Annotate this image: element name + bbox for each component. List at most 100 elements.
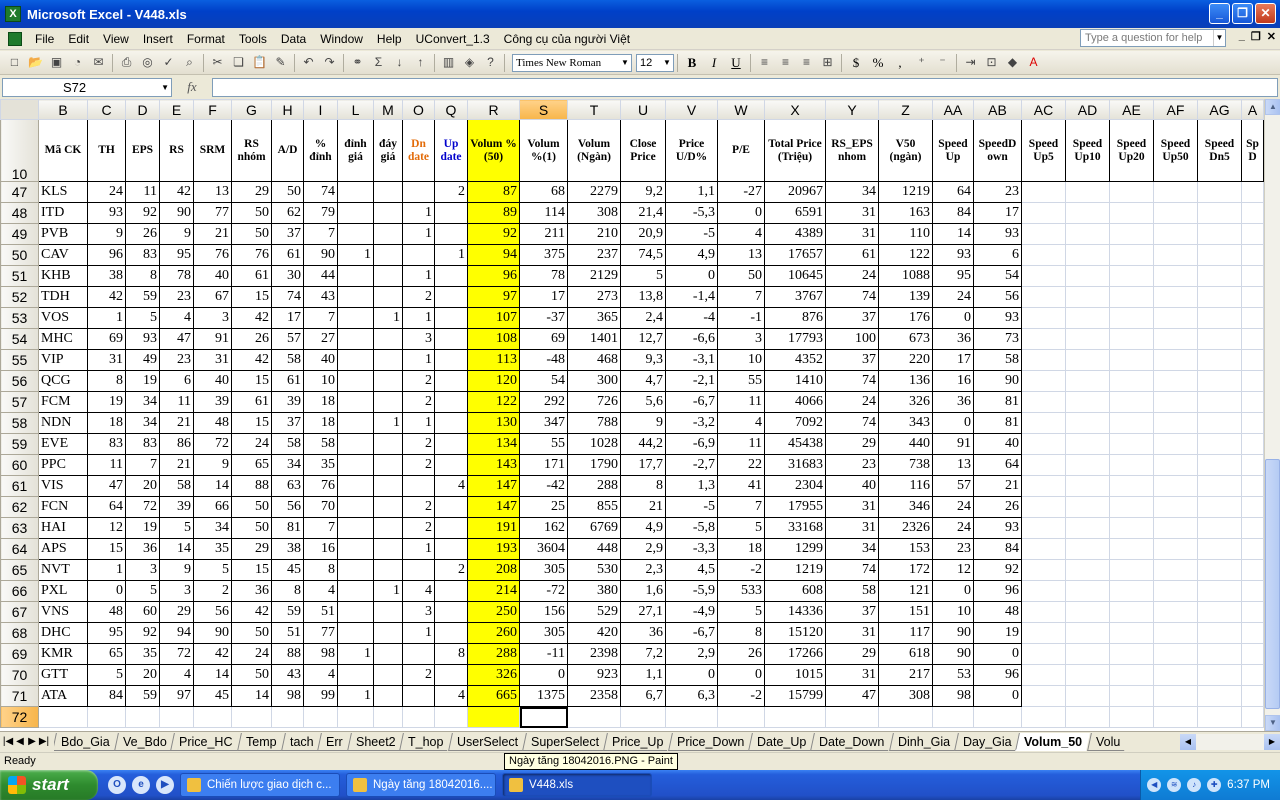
cell[interactable]: 529 (567, 601, 621, 623)
media-player-icon[interactable]: ▶ (156, 776, 174, 794)
cell[interactable]: 440 (878, 433, 933, 455)
cell[interactable] (1241, 580, 1264, 602)
cell[interactable]: 7,2 (620, 643, 666, 665)
cell[interactable] (337, 622, 374, 644)
cell[interactable]: 93 (87, 202, 126, 224)
cell[interactable]: 37 (825, 601, 879, 623)
cell[interactable]: 31 (193, 349, 232, 371)
cell[interactable]: 17793 (764, 328, 826, 350)
cell[interactable]: 50 (231, 496, 272, 518)
cell[interactable] (434, 664, 468, 686)
cell[interactable] (1197, 601, 1242, 623)
cell[interactable]: 63 (271, 475, 304, 497)
row-header[interactable]: 49 (0, 223, 39, 245)
minimize-button[interactable]: _ (1209, 3, 1230, 24)
cell[interactable] (1065, 328, 1110, 350)
workbook-icon[interactable] (8, 31, 22, 46)
cell[interactable]: 6 (159, 370, 194, 392)
name-box[interactable]: S72 ▼ (2, 77, 172, 97)
align-right-icon[interactable]: ≡ (798, 54, 815, 71)
cell[interactable]: 24 (825, 391, 879, 413)
ask-question-input[interactable]: Type a question for help ▼ (1080, 29, 1226, 47)
cell[interactable]: 5 (159, 517, 194, 539)
column-header[interactable]: R (467, 99, 520, 120)
cell[interactable]: -11 (519, 643, 568, 665)
cell[interactable] (1153, 580, 1198, 602)
cell[interactable]: 9 (87, 223, 126, 245)
cell[interactable] (1153, 328, 1198, 350)
cell[interactable]: 34 (125, 412, 160, 434)
cell[interactable]: 74 (825, 559, 879, 581)
cell[interactable]: 9,3 (620, 349, 666, 371)
cell[interactable]: 39 (271, 391, 304, 413)
cell[interactable] (1241, 664, 1264, 686)
cell[interactable]: 162 (519, 517, 568, 539)
cell[interactable]: 420 (567, 622, 621, 644)
cell[interactable] (337, 559, 374, 581)
cell[interactable]: NVT (38, 559, 88, 581)
cell[interactable]: 5 (87, 664, 126, 686)
cell[interactable]: 176 (878, 307, 933, 329)
print-icon[interactable]: ⎙ (118, 54, 135, 71)
row-header[interactable]: 67 (0, 601, 39, 623)
cell[interactable]: 90 (159, 202, 194, 224)
cell[interactable] (1197, 307, 1242, 329)
row-header[interactable]: 63 (0, 517, 39, 539)
cell[interactable]: 30 (271, 265, 304, 287)
cell[interactable]: 92 (467, 223, 520, 245)
column-header[interactable]: Y (825, 99, 879, 120)
cell[interactable]: 40 (973, 433, 1022, 455)
cell[interactable]: 11 (717, 433, 765, 455)
cell[interactable]: 0 (973, 685, 1022, 707)
cell[interactable]: 93 (932, 244, 974, 266)
cell[interactable]: 7092 (764, 412, 826, 434)
comma-button[interactable]: , (890, 54, 910, 72)
scroll-right-icon[interactable]: ▶ (1264, 734, 1280, 750)
cell[interactable]: 6,3 (665, 685, 718, 707)
cell[interactable] (1197, 454, 1242, 476)
cell[interactable] (1065, 601, 1110, 623)
help-icon[interactable]: ? (482, 54, 499, 71)
row-header[interactable]: 58 (0, 412, 39, 434)
cell[interactable]: 76 (303, 475, 338, 497)
cell[interactable]: 45 (271, 559, 304, 581)
cell[interactable]: VOS (38, 307, 88, 329)
cell[interactable]: 4 (434, 475, 468, 497)
cell[interactable]: -6,6 (665, 328, 718, 350)
cell[interactable] (1021, 517, 1066, 539)
cell[interactable]: 151 (878, 601, 933, 623)
cell[interactable]: 1 (402, 307, 435, 329)
cell[interactable] (1197, 580, 1242, 602)
chart-wizard-icon[interactable]: ▥ (440, 54, 457, 71)
cell[interactable]: 36 (620, 622, 666, 644)
cell[interactable]: 23 (159, 349, 194, 371)
tray-security-icon[interactable]: ✚ (1207, 778, 1222, 792)
cell[interactable]: 94 (467, 244, 520, 266)
cell[interactable]: 7 (303, 517, 338, 539)
cell[interactable]: 21 (159, 454, 194, 476)
cell[interactable]: 214 (467, 580, 520, 602)
cell[interactable] (1197, 517, 1242, 539)
column-label[interactable]: Up date (434, 119, 468, 182)
cell[interactable]: 19 (125, 370, 160, 392)
row-header[interactable]: 57 (0, 391, 39, 413)
cell[interactable]: DHC (38, 622, 88, 644)
cell[interactable]: KMR (38, 643, 88, 665)
cell[interactable]: 2129 (567, 265, 621, 287)
menu-vietnamese-tools[interactable]: Công cụ của người Việt (497, 29, 637, 49)
cell[interactable]: 70 (303, 496, 338, 518)
cell[interactable]: 117 (878, 622, 933, 644)
cell[interactable]: 58 (159, 475, 194, 497)
cell[interactable]: APS (38, 538, 88, 560)
cell[interactable]: 300 (567, 370, 621, 392)
cell[interactable] (1153, 307, 1198, 329)
column-label[interactable]: SpeedD own (973, 119, 1022, 182)
cell[interactable] (1109, 496, 1154, 518)
cell[interactable]: 326 (878, 391, 933, 413)
workbook-close-icon[interactable]: ✕ (1267, 30, 1276, 43)
cell[interactable]: 14 (193, 664, 232, 686)
cell[interactable]: 50 (231, 223, 272, 245)
row-header[interactable]: 62 (0, 496, 39, 518)
cell[interactable] (1241, 685, 1264, 707)
open-icon[interactable]: 📂 (27, 54, 44, 71)
